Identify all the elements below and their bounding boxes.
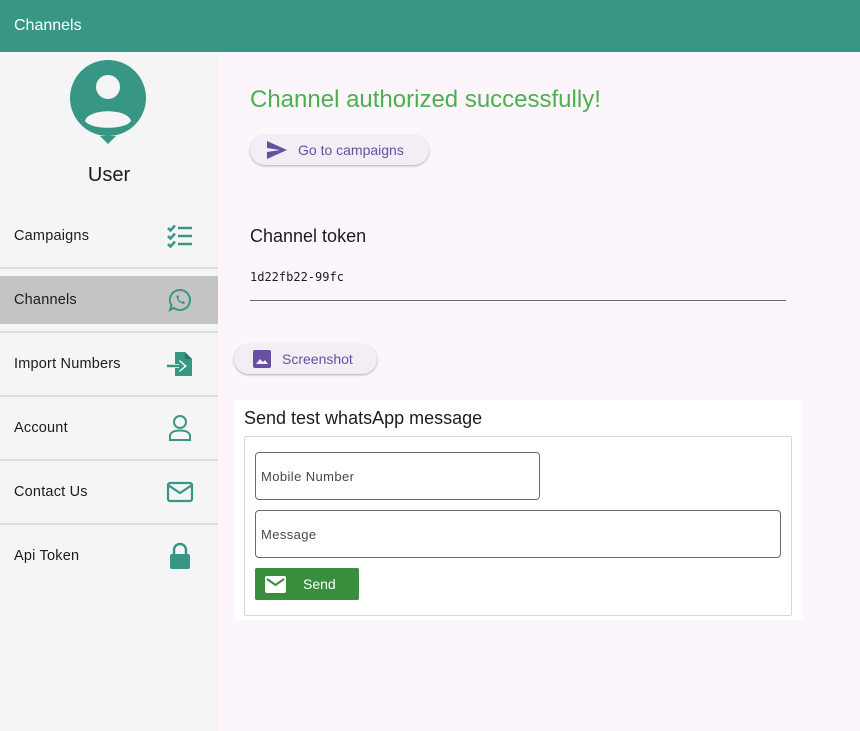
sidebar-item-contact-us[interactable]: Contact Us [0,468,218,516]
mail-icon [166,478,194,506]
user-avatar-icon [69,60,147,144]
mail-icon [265,575,286,593]
mobile-number-input[interactable]: Mobile Number [255,452,540,500]
sidebar-divider [0,331,218,333]
file-import-icon [166,350,194,378]
go-to-campaigns-label: Go to campaigns [298,142,404,158]
send-label: Send [303,576,336,592]
whatsapp-icon [166,286,194,314]
sidebar-item-label: Campaigns [14,228,90,244]
go-to-campaigns-button[interactable]: Go to campaigns [250,135,429,165]
sidebar-item-label: Channels [14,292,77,308]
message-placeholder: Message [261,526,317,542]
sidebar-item-import-numbers[interactable]: Import Numbers [0,340,218,388]
checklist-icon [166,222,194,250]
sidebar-divider [0,395,218,397]
person-icon [166,414,194,442]
sidebar-item-campaigns[interactable]: Campaigns [0,212,218,260]
sidebar-item-channels[interactable]: Channels [0,276,218,324]
channel-token-underline [250,300,786,301]
mobile-number-placeholder: Mobile Number [261,468,355,484]
sidebar-item-label: Account [14,420,68,436]
sidebar: User Campaigns Channels Import Numbers A… [0,52,218,731]
sidebar-divider [0,523,218,525]
success-title: Channel authorized successfully! [250,86,601,113]
sidebar-item-api-token[interactable]: Api Token [0,532,218,580]
user-name: User [87,164,131,186]
sidebar-item-label: Import Numbers [14,356,121,372]
screenshot-button[interactable]: Screenshot [234,344,377,374]
message-input[interactable]: Message [255,510,781,558]
test-message-heading: Send test whatsApp message [244,408,483,428]
screenshot-label: Screenshot [282,351,353,367]
sidebar-divider [0,267,218,269]
image-icon [253,350,271,368]
sidebar-item-label: Api Token [14,548,80,564]
send-arrow-icon [266,140,288,160]
sidebar-divider [0,459,218,461]
app-bar-title: Channels [14,17,82,34]
sidebar-item-label: Contact Us [14,484,88,500]
channel-token-heading: Channel token [250,226,367,246]
lock-icon [166,542,194,570]
send-button[interactable]: Send [255,568,359,600]
sidebar-item-account[interactable]: Account [0,404,218,452]
channel-token-value[interactable]: 1d22fb22-99fc [250,270,344,284]
app-bar: Channels [0,0,860,52]
